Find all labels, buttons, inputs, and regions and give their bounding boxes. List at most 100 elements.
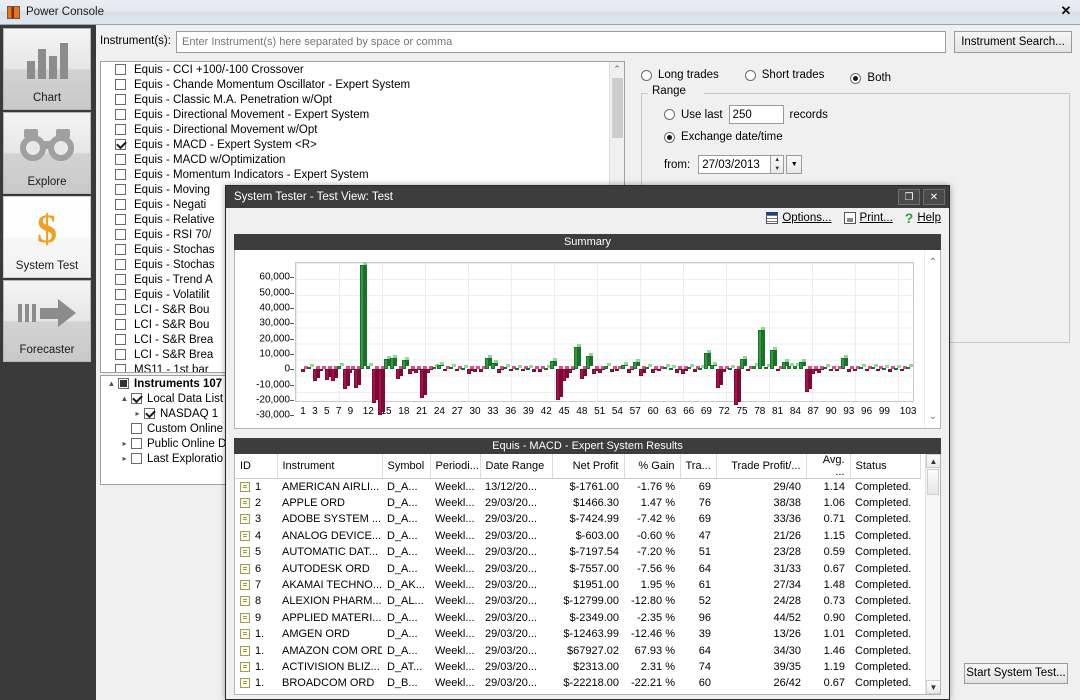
dialog-maximize-button[interactable]: ❐ — [898, 189, 920, 205]
tree-expander-icon[interactable]: ▸ — [131, 409, 144, 418]
use-last-radio[interactable] — [664, 109, 675, 120]
system-list-item[interactable]: Equis - Momentum Indicators - Expert Sys… — [101, 167, 624, 182]
trade-type-radio-0[interactable]: Long trades — [641, 69, 719, 81]
system-checkbox[interactable] — [115, 154, 126, 165]
system-checkbox[interactable] — [115, 244, 126, 255]
tree-checkbox[interactable] — [131, 423, 142, 434]
tree-checkbox[interactable] — [131, 438, 142, 449]
row-expander-icon[interactable]: = — [240, 662, 250, 672]
instrument-search-button[interactable]: Instrument Search... — [954, 31, 1072, 53]
system-checkbox[interactable] — [115, 304, 126, 315]
print-button[interactable]: Print... — [844, 212, 893, 224]
window-close-button[interactable]: ✕ — [1056, 2, 1076, 20]
system-checkbox[interactable] — [115, 259, 126, 270]
help-button[interactable]: ? Help — [905, 212, 941, 224]
trade-type-radio-2[interactable]: Both — [850, 72, 891, 84]
trade-type-radio-1[interactable]: Short trades — [745, 69, 825, 81]
system-checkbox[interactable] — [115, 199, 126, 210]
system-checkbox[interactable] — [115, 364, 126, 373]
summary-chart[interactable]: 60,00050,00040,00030,00020,00010,0000-10… — [234, 250, 941, 429]
table-row[interactable]: =4ANALOG DEVICE...D_A...Weekl...29/03/20… — [235, 528, 920, 544]
table-column-header[interactable]: Date Range — [480, 454, 552, 479]
system-list-item[interactable]: Equis - Chande Momentum Oscillator - Exp… — [101, 77, 624, 92]
results-scroll-down-icon[interactable]: ▼ — [926, 680, 941, 694]
system-checkbox[interactable] — [115, 184, 126, 195]
system-checkbox[interactable] — [115, 139, 126, 150]
row-expander-icon[interactable]: = — [240, 629, 250, 639]
system-checkbox[interactable] — [115, 124, 126, 135]
results-scroll-up-icon[interactable]: ▲ — [926, 454, 941, 468]
from-date-input[interactable] — [698, 155, 770, 174]
radio-indicator[interactable] — [850, 73, 861, 84]
row-expander-icon[interactable]: = — [240, 613, 250, 623]
system-checkbox[interactable] — [115, 79, 126, 90]
tree-checkbox[interactable] — [131, 453, 142, 464]
nav-item-chart[interactable]: Chart — [3, 28, 91, 110]
table-row[interactable]: =1AMERICAN AIRLI...D_A...Weekl...13/12/2… — [235, 479, 920, 495]
scroll-thumb[interactable] — [612, 78, 623, 138]
results-scrollbar[interactable]: ▲ ▼ — [925, 454, 940, 694]
radio-indicator[interactable] — [641, 70, 652, 81]
row-expander-icon[interactable]: = — [240, 580, 250, 590]
row-expander-icon[interactable]: = — [240, 678, 250, 688]
instrument-input[interactable] — [176, 31, 946, 53]
exchange-datetime-radio[interactable] — [664, 132, 675, 143]
row-expander-icon[interactable]: = — [240, 564, 250, 574]
system-list-item[interactable]: Equis - Classic M.A. Penetration w/Opt — [101, 92, 624, 107]
tree-checkbox[interactable] — [118, 378, 129, 389]
row-expander-icon[interactable]: = — [240, 514, 250, 524]
tree-expander-icon[interactable]: ▲ — [118, 394, 131, 403]
table-header-row[interactable]: IDInstrumentSymbolPeriodi...Date RangeNe… — [235, 454, 920, 479]
table-row[interactable]: =1.AMAZON COM ORDD_A...Weekl...29/03/20.… — [235, 642, 920, 658]
table-row[interactable]: =5AUTOMATIC DAT...D_A...Weekl...29/03/20… — [235, 544, 920, 560]
tree-expander-icon[interactable]: ▸ — [118, 454, 131, 463]
tree-expander-icon[interactable]: ▸ — [118, 439, 131, 448]
table-column-header[interactable]: ID — [235, 454, 277, 479]
table-row[interactable]: =6AUTODESK ORDD_A...Weekl...29/03/20...$… — [235, 560, 920, 576]
chart-scrollbar[interactable]: ⌃ ⌄ — [924, 250, 940, 428]
table-column-header[interactable]: Status — [850, 454, 920, 479]
system-checkbox[interactable] — [115, 169, 126, 180]
table-column-header[interactable]: Symbol — [382, 454, 430, 479]
system-checkbox[interactable] — [115, 229, 126, 240]
scroll-up-icon[interactable]: ⌃ — [610, 62, 624, 77]
options-button[interactable]: Options... — [766, 212, 831, 224]
row-expander-icon[interactable]: = — [240, 482, 250, 492]
row-expander-icon[interactable]: = — [240, 531, 250, 541]
system-list-item[interactable]: Equis - CCI +100/-100 Crossover — [101, 62, 624, 77]
date-spinner[interactable]: ▲▼ — [770, 155, 784, 174]
dialog-titlebar[interactable]: System Tester - Test View: Test ❐ ✕ — [226, 186, 949, 208]
system-checkbox[interactable] — [115, 289, 126, 300]
start-system-test-button[interactable]: Start System Test... — [964, 663, 1068, 684]
system-checkbox[interactable] — [115, 334, 126, 345]
table-row[interactable]: =2APPLE ORDD_A...Weekl...29/03/20...$146… — [235, 495, 920, 511]
row-expander-icon[interactable]: = — [240, 498, 250, 508]
system-checkbox[interactable] — [115, 274, 126, 285]
system-checkbox[interactable] — [115, 349, 126, 360]
system-checkbox[interactable] — [115, 94, 126, 105]
chart-scroll-down-icon[interactable]: ⌄ — [925, 408, 941, 424]
table-column-header[interactable]: Periodi... — [430, 454, 480, 479]
row-expander-icon[interactable]: = — [240, 547, 250, 557]
table-column-header[interactable]: Net Profit — [552, 454, 624, 479]
exchange-datetime-row[interactable]: Exchange date/time — [664, 131, 783, 143]
table-column-header[interactable]: Tra... — [680, 454, 716, 479]
table-row[interactable]: =8ALEXION PHARM...D_AL...Weekl...29/03/2… — [235, 593, 920, 609]
system-checkbox[interactable] — [115, 319, 126, 330]
table-column-header[interactable]: Trade Profit/... — [716, 454, 806, 479]
table-row[interactable]: =1.AMGEN ORDD_A...Weekl...29/03/20...$-1… — [235, 626, 920, 642]
records-input[interactable] — [729, 105, 784, 124]
results-scroll-thumb[interactable] — [927, 469, 939, 495]
row-expander-icon[interactable]: = — [240, 596, 250, 606]
table-row[interactable]: =1.ACTIVISION BLIZ...D_AT...Weekl...29/0… — [235, 659, 920, 675]
system-list-item[interactable]: Equis - Directional Movement w/Opt — [101, 122, 624, 137]
radio-indicator[interactable] — [745, 70, 756, 81]
tree-expander-icon[interactable]: ▲ — [105, 379, 118, 388]
system-list-item[interactable]: Equis - MACD w/Optimization — [101, 152, 624, 167]
tree-checkbox[interactable] — [144, 408, 155, 419]
table-column-header[interactable]: Avg. ... — [806, 454, 850, 479]
system-checkbox[interactable] — [115, 214, 126, 225]
nav-item-forecaster[interactable]: Forecaster — [3, 280, 91, 362]
system-checkbox[interactable] — [115, 109, 126, 120]
table-row[interactable]: =9APPLIED MATERI...D_A...Weekl...29/03/2… — [235, 610, 920, 626]
